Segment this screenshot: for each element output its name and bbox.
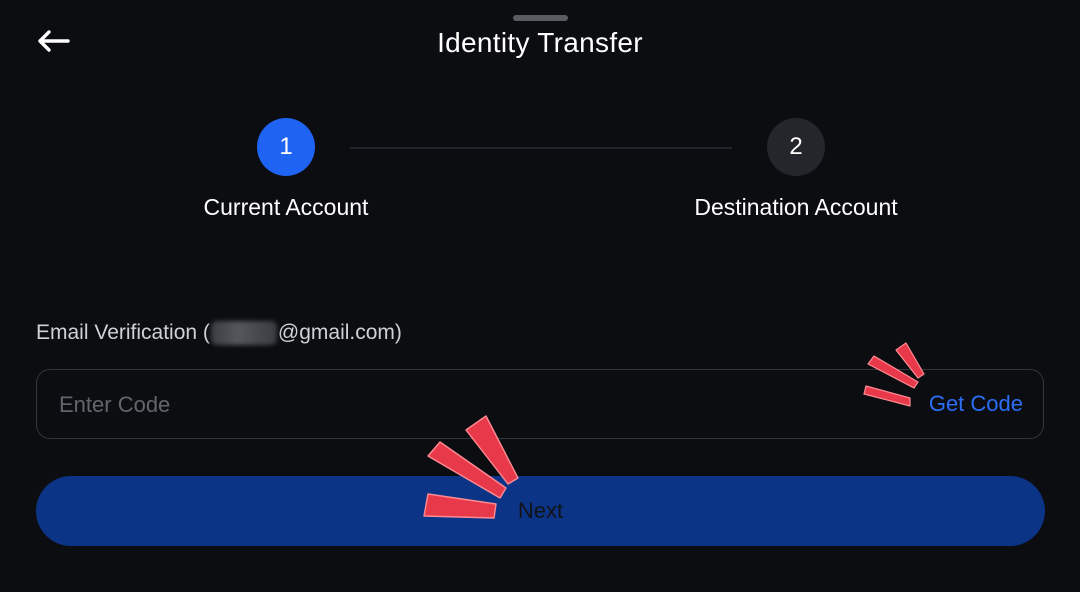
next-button[interactable]: Next	[36, 476, 1045, 546]
step-2-indicator: 2	[767, 118, 825, 176]
step-1-number: 1	[279, 133, 293, 160]
step-2-number: 2	[789, 133, 803, 160]
next-button-label: Next	[517, 498, 564, 523]
step-1-indicator: 1	[257, 118, 315, 176]
attention-burst-icon	[423, 415, 519, 519]
redacted-email-user	[210, 321, 277, 345]
get-code-button[interactable]: Get Code	[929, 370, 1023, 438]
email-verification-suffix: @gmail.com)	[277, 321, 402, 344]
stepper-connector	[350, 147, 732, 149]
email-verification-label: Email Verification ( @gmail.com)	[36, 318, 402, 348]
step-1-label: Current Account	[203, 194, 369, 220]
step-2-label: Destination Account	[694, 194, 898, 220]
sheet-grab-handle[interactable]	[513, 15, 568, 21]
page-title: Identity Transfer	[437, 27, 643, 58]
email-verification-prefix: Email Verification (	[36, 321, 210, 344]
attention-burst-icon	[863, 342, 925, 407]
